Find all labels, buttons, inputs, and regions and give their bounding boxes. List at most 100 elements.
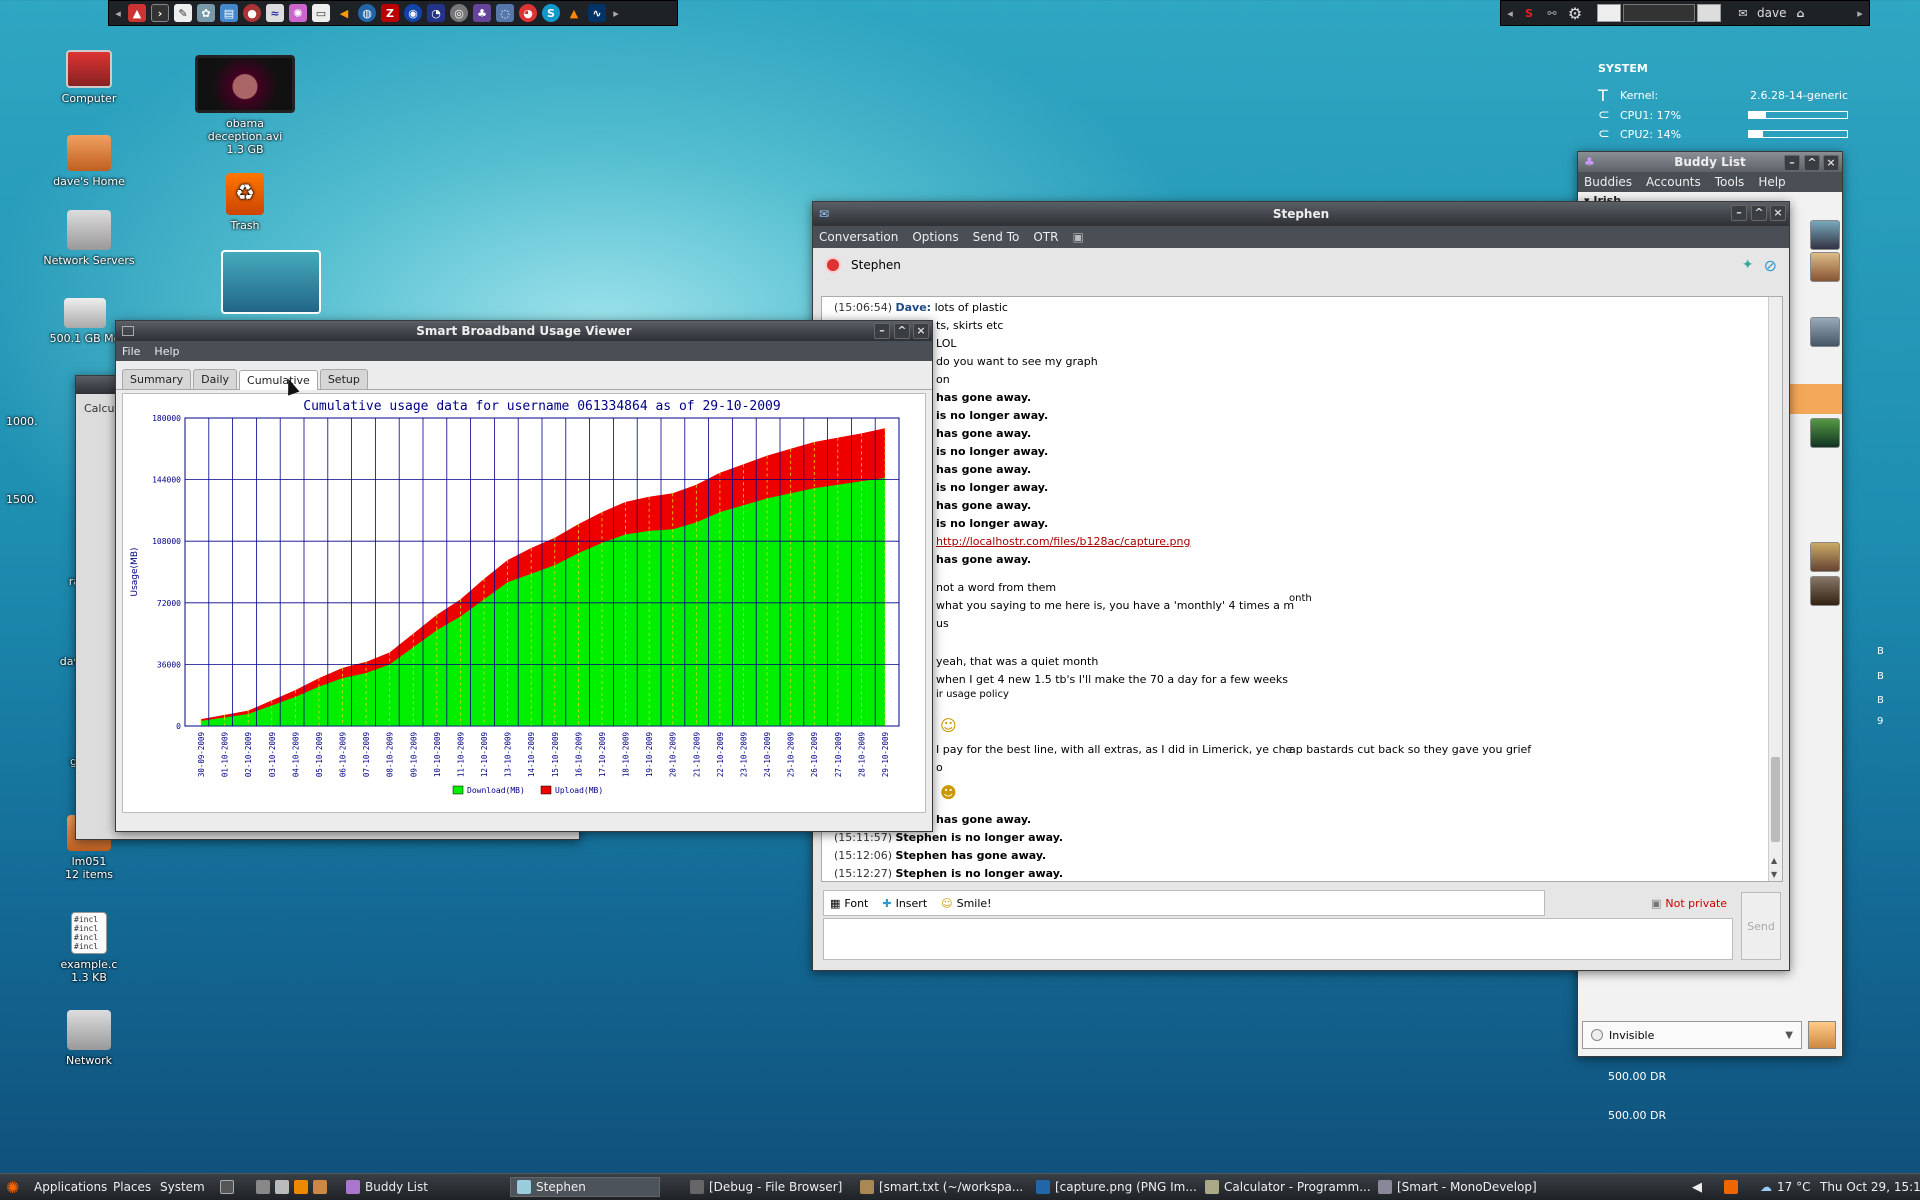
buddy-avatar[interactable] bbox=[1810, 418, 1840, 448]
panel-arrow-right-icon[interactable]: ▸ bbox=[1855, 4, 1865, 22]
clock[interactable]: Thu Oct 29, 15:12 bbox=[1820, 1177, 1920, 1197]
menu-help[interactable]: Help bbox=[1758, 175, 1785, 189]
buddy-avatar[interactable] bbox=[1810, 542, 1840, 572]
smile-button[interactable]: ☺ Smile! bbox=[941, 897, 991, 910]
ubuntu-logo-icon[interactable]: ✺ bbox=[6, 1177, 19, 1197]
menu-options[interactable]: Options bbox=[912, 230, 958, 244]
maximize-button[interactable]: ^ bbox=[1751, 205, 1767, 221]
vlc-icon[interactable]: ▲ bbox=[565, 4, 583, 22]
menu-conversation[interactable]: Conversation bbox=[819, 230, 898, 244]
menu-accounts[interactable]: Accounts bbox=[1646, 175, 1701, 189]
skype-icon[interactable]: S bbox=[542, 4, 560, 22]
minimize-button[interactable]: – bbox=[874, 323, 890, 339]
show-desktop-icon[interactable] bbox=[220, 1177, 234, 1197]
task-monodevelop[interactable]: [Smart - MonoDevelop] bbox=[1378, 1177, 1537, 1197]
scrollbar-thumb[interactable] bbox=[1771, 757, 1780, 842]
capture-link[interactable]: http://localhostr.com/files/b128ac/captu… bbox=[936, 535, 1190, 548]
taskbar-launcher-icons[interactable] bbox=[256, 1177, 327, 1197]
maximize-button[interactable]: ^ bbox=[894, 323, 910, 339]
desktop-icon-network[interactable]: Network bbox=[34, 1010, 144, 1067]
network-tool-icon[interactable]: ⚯ bbox=[1543, 4, 1561, 22]
update-notifier-icon[interactable] bbox=[1724, 1177, 1738, 1197]
tab-cumulative[interactable]: Cumulative bbox=[239, 370, 318, 390]
desktop-icon-dav[interactable]: dav bbox=[10, 615, 80, 668]
close-button[interactable]: × bbox=[1823, 155, 1839, 171]
desktop-icon-drive-1500[interactable]: 1500. bbox=[6, 453, 76, 506]
launcher-icon-2[interactable]: ◔ bbox=[427, 4, 445, 22]
panel-username[interactable]: dave bbox=[1757, 6, 1786, 20]
launcher-icon-3[interactable]: ◎ bbox=[450, 4, 468, 22]
menu-buddies[interactable]: Buddies bbox=[1584, 175, 1632, 189]
launcher-icon-1[interactable]: ▲ bbox=[128, 4, 146, 22]
desktop-icon-gl[interactable]: gl bbox=[10, 715, 80, 768]
buddy-icon-button[interactable] bbox=[1808, 1021, 1836, 1049]
minimize-button[interactable]: – bbox=[1784, 155, 1800, 171]
buddy-avatar[interactable] bbox=[1810, 317, 1840, 347]
filezilla-icon[interactable]: Z bbox=[381, 4, 399, 22]
task-stephen[interactable]: Stephen bbox=[510, 1177, 660, 1197]
desktop-icon-ra[interactable]: ra bbox=[10, 535, 80, 588]
mail-icon[interactable]: ✉ bbox=[1734, 4, 1752, 22]
task-smart-txt[interactable]: [smart.txt (~/workspa... bbox=[860, 1177, 1023, 1197]
panel-arrow-right-icon[interactable]: ▸ bbox=[611, 4, 621, 22]
desktop-screenshot-thumbnail[interactable] bbox=[221, 250, 321, 318]
file-icon[interactable]: ▤ bbox=[220, 4, 238, 22]
desktop-icon-example-c[interactable]: #incl #incl #incl #incl example.c 1.3 KB bbox=[34, 912, 144, 984]
buddy-avatar[interactable] bbox=[1810, 576, 1840, 606]
web-icon[interactable]: ◉ bbox=[404, 4, 422, 22]
media-icon[interactable]: ● bbox=[243, 4, 261, 22]
task-calculator[interactable]: Calculator - Programm... bbox=[1205, 1177, 1371, 1197]
close-button[interactable]: × bbox=[1770, 205, 1786, 221]
menu-places[interactable]: Places bbox=[113, 1177, 151, 1197]
weather-applet[interactable]: ☁ 17 °C bbox=[1760, 1177, 1810, 1197]
chrome-icon[interactable]: ◕ bbox=[519, 4, 537, 22]
network-icon[interactable]: ≈ bbox=[266, 4, 284, 22]
graphics-icon[interactable]: ✺ bbox=[289, 4, 307, 22]
message-input[interactable] bbox=[823, 918, 1733, 960]
otr-status-button[interactable]: ▣ Not private bbox=[1645, 890, 1733, 916]
globe-icon[interactable]: ◍ bbox=[358, 4, 376, 22]
chat-log[interactable]: (15:06:54) Dave: lots of plastic ts, ski… bbox=[821, 296, 1783, 882]
chat-scrollbar[interactable]: ▲ ▼ bbox=[1768, 297, 1782, 881]
menu-applications[interactable]: Applications bbox=[34, 1177, 107, 1197]
menu-send-to[interactable]: Send To bbox=[973, 230, 1020, 244]
monitor-graph-icon[interactable]: ∿ bbox=[588, 4, 606, 22]
panel-arrow-left-icon[interactable]: ◂ bbox=[1505, 4, 1515, 22]
workspace-switcher[interactable] bbox=[1597, 4, 1721, 22]
terminal-icon[interactable]: › bbox=[151, 4, 169, 22]
home-icon[interactable]: ⌂ bbox=[1791, 4, 1809, 22]
app-s-icon[interactable]: S bbox=[1520, 4, 1538, 22]
buddy-status-bar[interactable]: Invisible ▼ bbox=[1582, 1021, 1802, 1049]
minimize-button[interactable]: – bbox=[1731, 205, 1747, 221]
conversation-titlebar[interactable]: ✉ Stephen – ^ × bbox=[813, 202, 1789, 226]
close-button[interactable]: × bbox=[913, 323, 929, 339]
menu-help[interactable]: Help bbox=[154, 345, 179, 358]
task-buddy-list[interactable]: Buddy List bbox=[346, 1177, 428, 1197]
task-file-browser[interactable]: [Debug - File Browser] bbox=[690, 1177, 842, 1197]
volume-icon[interactable]: ◀ bbox=[1692, 1177, 1702, 1197]
conversation-window[interactable]: ✉ Stephen – ^ × Conversation Options Sen… bbox=[812, 201, 1790, 971]
desktop-icon-computer[interactable]: Computer bbox=[34, 50, 144, 105]
scroll-down-icon[interactable]: ▼ bbox=[1771, 870, 1777, 879]
tab-setup[interactable]: Setup bbox=[319, 369, 368, 389]
insert-button[interactable]: ✚ Insert bbox=[882, 897, 927, 910]
desktop-icon-home[interactable]: dave's Home bbox=[34, 135, 144, 188]
desktop-icon-video[interactable]: obama deception.avi 1.3 GB bbox=[190, 55, 300, 156]
launcher-icon-4[interactable]: ◌ bbox=[496, 4, 514, 22]
send-button[interactable]: Send bbox=[1741, 892, 1781, 960]
desktop-icon-drive-1000[interactable]: 1000. bbox=[6, 375, 76, 428]
pidgin-icon[interactable]: ♣ bbox=[473, 4, 491, 22]
otr-lock-icon[interactable]: ▣ bbox=[1072, 230, 1083, 244]
menu-file[interactable]: File bbox=[122, 345, 140, 358]
desktop-icon-trash[interactable]: ♻ Trash bbox=[190, 173, 300, 232]
editor-icon[interactable]: ✎ bbox=[174, 4, 192, 22]
tools-icon[interactable]: ✿ bbox=[197, 4, 215, 22]
attachment-icon[interactable]: ⊘ bbox=[1764, 256, 1777, 275]
chevron-down-icon[interactable]: ▼ bbox=[1785, 1030, 1793, 1041]
tab-summary[interactable]: Summary bbox=[122, 369, 192, 389]
menu-otr[interactable]: OTR bbox=[1033, 230, 1058, 244]
tab-daily[interactable]: Daily bbox=[193, 369, 238, 389]
menu-tools[interactable]: Tools bbox=[1715, 175, 1745, 189]
maximize-button[interactable]: ^ bbox=[1804, 155, 1820, 171]
font-button[interactable]: ▦ Font bbox=[830, 897, 868, 910]
